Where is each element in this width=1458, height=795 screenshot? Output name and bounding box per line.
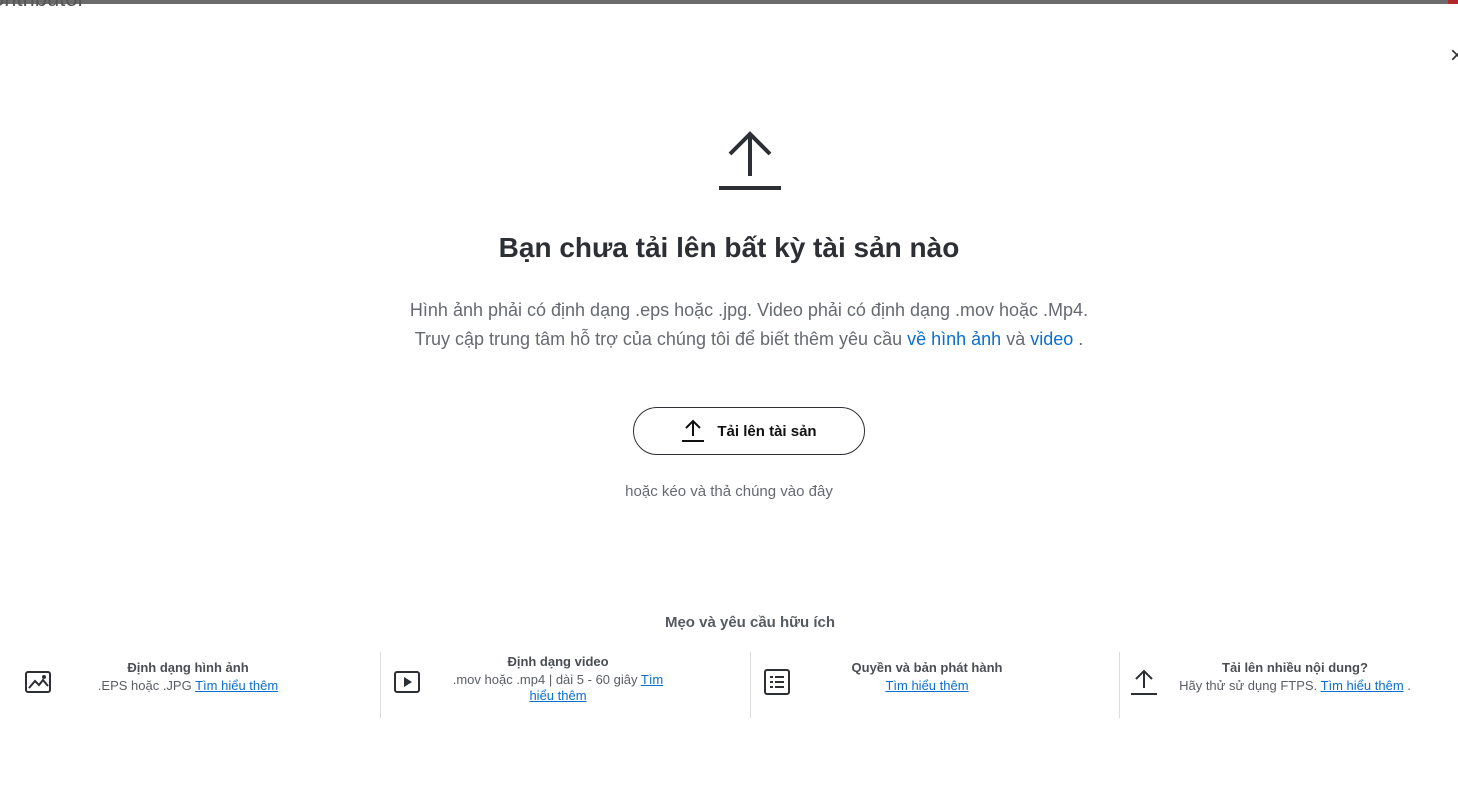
upload-assets-button[interactable]: Tải lên tài sản	[633, 407, 865, 455]
drag-drop-hint: hoặc kéo và thả chúng vào đây	[625, 483, 833, 500]
tips-row: Định dạng hình ảnh .EPS hoặc .JPG Tìm hi…	[0, 652, 1458, 718]
video-requirements-link[interactable]: video	[1030, 329, 1073, 349]
images-requirements-link[interactable]: về hình ảnh	[907, 329, 1001, 349]
upload-icon	[682, 419, 705, 442]
tip-text: Định dạng video .mov hoặc .mp4 | dài 5 -…	[445, 654, 671, 704]
tip-rights-releases: Quyền và bản phát hành Tìm hiểu thêm	[750, 652, 1119, 718]
tip-title: Định dạng hình ảnh	[127, 660, 249, 675]
image-icon	[25, 671, 51, 693]
upload-hero-icon	[719, 131, 781, 190]
background-page-text: ontributor	[0, 0, 85, 12]
close-icon[interactable]: ×	[1450, 44, 1458, 68]
learn-more-link[interactable]: Tìm hiểu thêm	[1321, 678, 1404, 693]
learn-more-link[interactable]: Tìm hiểu thêm	[195, 678, 278, 693]
empty-state-description: Hình ảnh phải có định dạng .eps hoặc .jp…	[404, 296, 1094, 354]
play-icon	[394, 671, 420, 693]
description-end: .	[1078, 329, 1084, 349]
empty-state-title: Bạn chưa tải lên bất kỳ tài sản nào	[498, 232, 960, 263]
list-icon	[764, 669, 790, 695]
tips-title: Mẹo và yêu cầu hữu ích	[664, 614, 836, 631]
tip-text: Quyền và bản phát hành Tìm hiểu thêm	[827, 660, 1027, 694]
top-bar-accent	[1448, 0, 1458, 4]
tip-text: Định dạng hình ảnh .EPS hoặc .JPG Tìm hi…	[70, 660, 306, 694]
upload-icon	[1131, 669, 1157, 695]
tip-body: Hãy thử sử dụng FTPS.	[1179, 678, 1318, 693]
tip-bulk-upload: Tải lên nhiều nội dung? Hãy thử sử dụng …	[1119, 652, 1458, 718]
tip-body: .mov hoặc .mp4 | dài 5 - 60 giây	[452, 672, 638, 687]
learn-more-link[interactable]: Tìm hiểu thêm	[885, 678, 968, 693]
tip-suffix: .	[1407, 678, 1411, 693]
tip-title: Quyền và bản phát hành	[851, 660, 1003, 675]
tip-title: Định dạng video	[507, 654, 609, 669]
tip-text: Tải lên nhiều nội dung? Hãy thử sử dụng …	[1170, 660, 1420, 694]
tip-video-format: Định dạng video .mov hoặc .mp4 | dài 5 -…	[380, 652, 750, 718]
description-and: và	[1006, 329, 1026, 349]
top-bar	[0, 0, 1458, 4]
tip-image-format: Định dạng hình ảnh .EPS hoặc .JPG Tìm hi…	[0, 652, 380, 718]
tip-title: Tải lên nhiều nội dung?	[1222, 660, 1368, 675]
upload-button-label: Tải lên tài sản	[717, 422, 817, 440]
tip-body: .EPS hoặc .JPG	[97, 678, 192, 693]
